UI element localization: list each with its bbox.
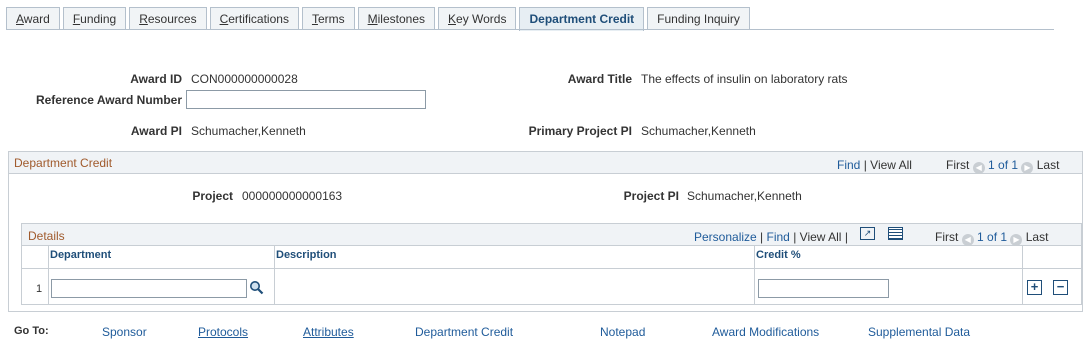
project-pi-label: Project PI [623,189,679,203]
project-label: Project [192,189,233,203]
award-id-value: CON000000000028 [191,72,298,86]
details-last-label[interactable]: Last [1026,230,1049,244]
details-row-range: 1 of 1 [977,230,1008,244]
details-grid: Details Personalize | Find | View All | … [21,223,1082,305]
details-header: Details Personalize | Find | View All | … [22,224,1081,246]
details-previous-icon[interactable]: ◀ [961,234,974,246]
download-grid-icon[interactable] [888,227,903,240]
tab-underline [6,29,1054,30]
next-icon[interactable]: ▶ [1021,162,1034,174]
row-number: 1 [36,283,43,295]
department-input[interactable] [51,279,247,298]
goto-attributes-link[interactable]: Attributes [303,325,354,339]
column-header-credit: Credit % [756,249,801,261]
details-view-all-link[interactable]: View All [800,230,842,244]
reference-award-number-label: Reference Award Number [35,93,182,107]
delete-row-button[interactable]: − [1053,280,1068,295]
goto-sponsor-link[interactable]: Sponsor [102,325,147,339]
project-pi-value: Schumacher,Kenneth [687,189,802,203]
department-lookup-icon[interactable] [249,280,264,298]
tab-key-words[interactable]: Key Words [438,7,517,30]
goto-label: Go To: [14,325,49,337]
goto-supplemental-data-link[interactable]: Supplemental Data [868,325,970,339]
tab-certifications[interactable]: Certifications [209,7,299,30]
credit-percent-input[interactable] [758,279,889,298]
reference-award-number-input[interactable] [186,90,426,109]
goto-award-modifications-link[interactable]: Award Modifications [712,325,819,339]
add-row-button[interactable]: + [1027,280,1042,295]
find-link[interactable]: Find [837,158,860,172]
tab-bar: Award Funding Resources Certifications T… [6,7,750,31]
goto-protocols-link[interactable]: Protocols [198,325,248,339]
primary-project-pi-value: Schumacher,Kenneth [641,124,756,138]
tab-department-credit[interactable]: Department Credit [519,7,645,31]
department-credit-section: Department Credit Find | View All First … [8,151,1083,312]
department-credit-header: Department Credit Find | View All First … [9,152,1082,174]
project-value: 000000000000163 [242,189,343,203]
goto-notepad-link[interactable]: Notepad [600,325,645,339]
award-title-label: Award Title [567,72,632,86]
tab-resources[interactable]: Resources [129,7,207,30]
award-pi-value: Schumacher,Kenneth [191,124,306,138]
award-pi-label: Award PI [130,124,182,138]
last-label[interactable]: Last [1037,158,1060,172]
award-title-value: The effects of insulin on laboratory rat… [641,72,848,86]
details-next-icon[interactable]: ▶ [1010,234,1023,246]
award-id-label: Award ID [130,72,182,86]
details-find-link[interactable]: Find [767,230,790,244]
primary-project-pi-label: Primary Project PI [528,124,632,138]
column-header-description: Description [276,249,337,261]
tab-milestones[interactable]: Milestones [357,7,435,30]
row-range: 1 of 1 [988,158,1019,172]
department-credit-title: Department Credit [14,156,113,170]
new-window-icon[interactable]: ↗ [860,227,875,240]
details-title: Details [28,229,65,243]
tab-funding-inquiry[interactable]: Funding Inquiry [647,7,750,30]
tab-award[interactable]: Award [6,7,60,30]
first-label[interactable]: First [946,158,969,172]
tab-funding[interactable]: Funding [62,7,127,30]
personalize-link[interactable]: Personalize [694,230,757,244]
goto-department-credit-link[interactable]: Department Credit [415,325,513,339]
view-all-link[interactable]: View All [870,158,912,172]
tab-terms[interactable]: Terms [301,7,355,30]
column-header-department: Department [50,249,112,261]
previous-icon[interactable]: ◀ [972,162,985,174]
details-first-label[interactable]: First [935,230,958,244]
